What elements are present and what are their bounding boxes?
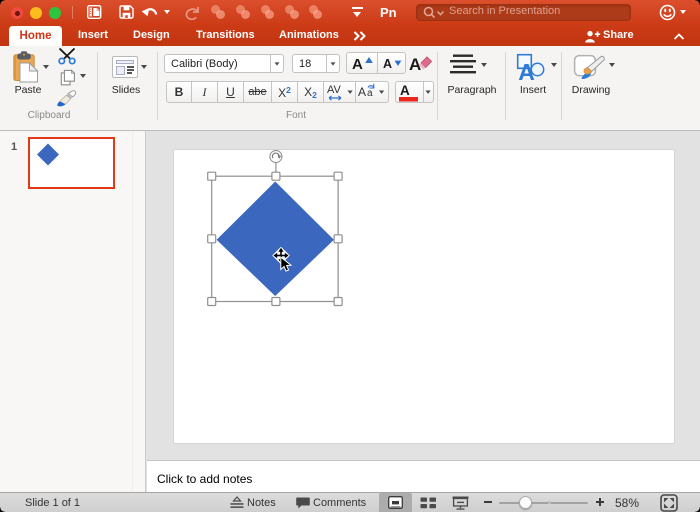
svg-text:A: A <box>409 55 421 73</box>
svg-text:A: A <box>352 56 363 72</box>
svg-text:A: A <box>358 85 366 99</box>
svg-text:A: A <box>518 59 535 81</box>
svg-text:AV: AV <box>327 84 342 96</box>
svg-text:a: a <box>367 88 373 99</box>
svg-text:A: A <box>400 83 410 98</box>
svg-text:A: A <box>383 57 392 71</box>
